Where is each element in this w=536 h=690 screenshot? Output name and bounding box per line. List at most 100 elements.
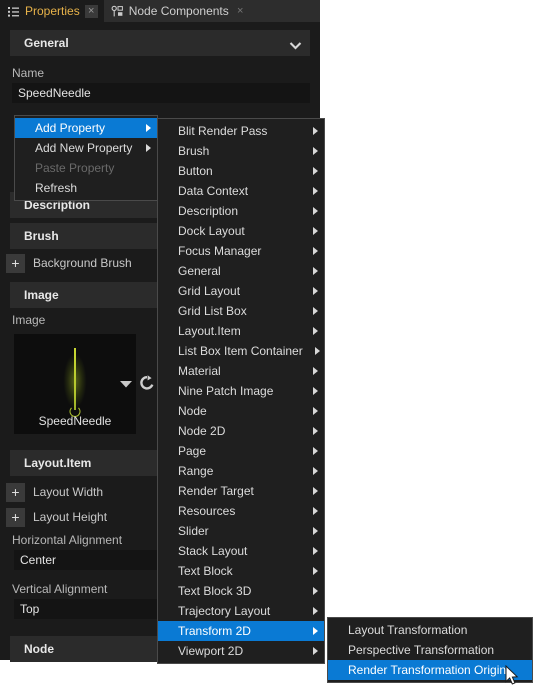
tab-node-components[interactable]: Node Components × [104,0,253,22]
primary-menu-item[interactable]: Add New Property [15,138,157,158]
image-preview-caption: SpeedNeedle [38,414,112,428]
add-property-menu-item[interactable]: Stack Layout [158,541,324,561]
chevron-right-icon [313,627,318,635]
chevron-right-icon [313,487,318,495]
add-property-menu-item[interactable]: Viewport 2D [158,641,324,661]
add-property-menu-item[interactable]: Page [158,441,324,461]
add-property-menu-item[interactable]: Resources [158,501,324,521]
transform2d-menu-item-label: Render Transformation Origin [348,663,507,677]
horizontal-alignment-label: Horizontal Alignment [12,533,123,547]
needle-shape [74,348,76,410]
tab-node-components-label: Node Components [128,4,229,18]
tab-node-components-close-icon[interactable]: × [234,5,247,18]
add-property-menu-item[interactable]: Text Block [158,561,324,581]
add-property-menu-item[interactable]: Description [158,201,324,221]
add-property-menu-item[interactable]: Nine Patch Image [158,381,324,401]
chevron-right-icon [313,547,318,555]
section-header-general[interactable]: General [10,30,310,56]
tab-properties-label: Properties [25,4,80,18]
transform2d-menu-item-label: Perspective Transformation [348,643,495,657]
add-property-menu-item[interactable]: Blit Render Pass [158,121,324,141]
add-property-menu-item[interactable]: Trajectory Layout [158,601,324,621]
add-property-menu-item[interactable]: Text Block 3D [158,581,324,601]
add-property-menu-item[interactable]: Slider [158,521,324,541]
chevron-right-icon [313,587,318,595]
add-property-menu-item[interactable]: Dock Layout [158,221,324,241]
add-property-menu-item-label: Node 2D [178,424,226,438]
chevron-right-icon [313,607,318,615]
primary-menu-item-label: Add Property [35,121,106,135]
add-property-menu-item-label: Text Block 3D [178,584,252,598]
chevron-right-icon [313,327,318,335]
context-menu-add-property: Blit Render Pass Brush Button Data Context D… [157,118,325,664]
add-property-menu-item[interactable]: Render Target [158,481,324,501]
add-property-menu-item-label: Layout.Item [178,324,241,338]
chevron-right-icon [313,227,318,235]
add-property-menu-item[interactable]: Focus Manager [158,241,324,261]
add-property-menu-item-label: Trajectory Layout [178,604,271,618]
add-property-menu-item[interactable]: Data Context [158,181,324,201]
chevron-right-icon [313,267,318,275]
background-brush-row[interactable]: + Background Brush [6,252,132,274]
add-property-menu-item[interactable]: General [158,261,324,281]
panel-tab-bar: Properties × Node Components × [0,0,320,22]
add-property-menu-item[interactable]: Grid List Box [158,301,324,321]
chevron-right-icon [313,407,318,415]
name-field-label: Name [12,66,45,80]
add-property-menu-item[interactable]: Button [158,161,324,181]
transform2d-menu-item[interactable]: Layout Transformation [328,620,532,640]
add-property-menu-item-label: Text Block [178,564,233,578]
add-property-menu-item[interactable]: Layout.Item [158,321,324,341]
chevron-down-icon[interactable] [119,378,133,388]
chevron-right-icon [313,127,318,135]
add-background-brush-button[interactable]: + [6,253,25,273]
refresh-icon[interactable] [139,375,155,391]
layout-width-row[interactable]: + Layout Width [6,481,103,503]
image-preview[interactable]: SpeedNeedle [14,334,136,434]
add-layout-width-button[interactable]: + [6,482,25,502]
tab-properties-close-icon[interactable]: × [84,4,98,18]
name-input[interactable]: SpeedNeedle [12,83,310,103]
layout-width-label: Layout Width [33,485,104,499]
transform2d-menu-item[interactable]: Perspective Transformation [328,640,532,660]
chevron-right-icon [313,147,318,155]
add-property-menu-item-label: Description [178,204,239,218]
add-property-menu-item-label: Transform 2D [178,624,251,638]
transform2d-menu-item[interactable]: Render Transformation Origin [328,660,532,680]
add-property-menu-item-label: Data Context [178,184,249,198]
add-property-menu-item[interactable]: Material [158,361,324,381]
primary-menu-item[interactable]: Refresh [15,178,157,198]
add-property-menu-item[interactable]: Node 2D [158,421,324,441]
tab-properties[interactable]: Properties × [0,0,104,22]
add-property-menu-item[interactable]: Node [158,401,324,421]
chevron-right-icon [313,507,318,515]
chevron-right-icon [313,367,318,375]
chevron-right-icon [314,347,320,355]
transform2d-menu-item-label: Layout Transformation [348,623,468,637]
vertical-alignment-label: Vertical Alignment [12,582,108,596]
chevron-right-icon [313,187,318,195]
layout-height-label: Layout Height [33,510,108,524]
add-property-menu-item[interactable]: Transform 2D [158,621,324,641]
add-property-menu-item-label: Material [178,364,221,378]
chevron-right-icon [313,307,318,315]
add-property-menu-item-label: Focus Manager [178,244,262,258]
layout-height-row[interactable]: + Layout Height [6,506,107,528]
add-property-menu-item[interactable]: Brush [158,141,324,161]
add-layout-height-button[interactable]: + [6,507,25,527]
add-property-menu-item[interactable]: Range [158,461,324,481]
chevron-right-icon [313,427,318,435]
add-property-menu-item-label: Grid Layout [178,284,241,298]
add-property-menu-item[interactable]: List Box Item Container [158,341,324,361]
add-property-menu-item-label: Range [178,464,214,478]
add-property-menu-item-label: Slider [178,524,209,538]
primary-menu-item[interactable]: Add Property [15,118,157,138]
node-components-icon [111,5,124,18]
primary-menu-item-label: Add New Property [35,141,133,155]
add-property-menu-item[interactable]: Grid Layout [158,281,324,301]
chevron-right-icon [313,287,318,295]
chevron-right-icon [313,167,318,175]
context-menu-transform-2d: Layout Transformation Perspective Transfo… [327,617,533,683]
add-property-menu-item-label: Resources [178,504,236,518]
chevron-down-icon[interactable] [289,39,302,49]
